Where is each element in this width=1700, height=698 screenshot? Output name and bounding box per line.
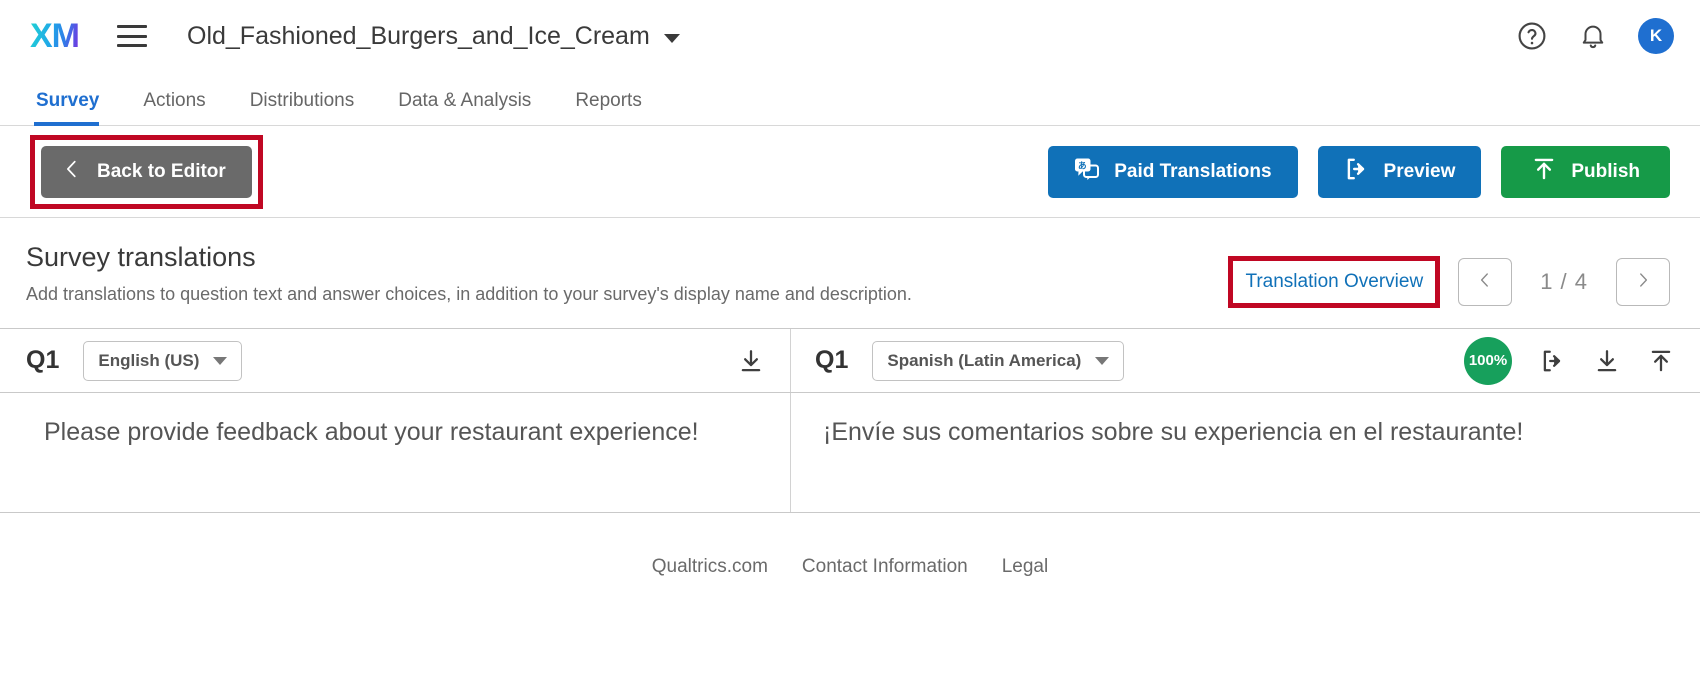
footer-link-contact-information[interactable]: Contact Information	[802, 556, 968, 578]
chevron-left-icon	[61, 156, 83, 188]
completion-badge: 100%	[1464, 336, 1512, 385]
action-bar-right: あ Paid Translations Preview Publish	[1048, 145, 1670, 198]
hamburger-menu-icon[interactable]	[117, 25, 147, 47]
tab-data-and-analysis[interactable]: Data & Analysis	[376, 90, 553, 125]
translations-header: Survey translations Add translations to …	[0, 218, 1700, 329]
chevron-down-icon	[1095, 356, 1110, 365]
translations-header-text: Survey translations Add translations to …	[26, 242, 912, 307]
top-bar-actions: K	[1516, 18, 1674, 54]
help-circle-icon[interactable]	[1516, 20, 1548, 52]
tab-survey-label: Survey	[36, 90, 100, 111]
tab-actions-label: Actions	[143, 90, 206, 111]
target-language-label: Spanish (Latin America)	[887, 350, 1082, 370]
source-language-label: English (US)	[98, 350, 200, 370]
publish-button[interactable]: Publish	[1501, 145, 1670, 198]
source-language-select[interactable]: English (US)	[83, 340, 243, 381]
avatar[interactable]: K	[1638, 18, 1674, 54]
target-column-tools: 100%	[1464, 336, 1674, 385]
export-icon[interactable]	[1540, 348, 1566, 374]
footer-link-qualtrics[interactable]: Qualtrics.com	[652, 556, 768, 578]
chevron-down-icon	[663, 33, 680, 43]
upload-icon[interactable]	[1648, 348, 1674, 374]
tab-distributions[interactable]: Distributions	[228, 90, 377, 125]
page-title: Survey translations	[26, 242, 256, 272]
tab-actions[interactable]: Actions	[121, 90, 227, 125]
translate-bubble-icon: あ	[1074, 157, 1100, 187]
survey-name-label: Old_Fashioned_Burgers_and_Ice_Cream	[187, 21, 650, 50]
annotation-box-back-to-editor: Back to Editor	[30, 134, 263, 209]
translations-header-controls: Translation Overview 1 / 4	[1228, 242, 1670, 308]
download-icon[interactable]	[1594, 348, 1620, 374]
target-question-text[interactable]: ¡Envíe sus comentarios sobre su experien…	[790, 393, 1700, 512]
target-column-header: Q1 Spanish (Latin America) 100%	[790, 329, 1700, 392]
translation-overview-link[interactable]: Translation Overview	[1239, 267, 1429, 297]
chevron-down-icon	[213, 356, 228, 365]
translation-row-header: Q1 English (US) Q1 Spanish (Latin Americ…	[0, 329, 1700, 393]
bell-icon[interactable]	[1578, 21, 1608, 51]
target-language-select[interactable]: Spanish (Latin America)	[872, 340, 1125, 381]
annotation-box-translation-overview: Translation Overview	[1228, 256, 1441, 308]
back-to-editor-button[interactable]: Back to Editor	[41, 145, 252, 198]
source-question-id: Q1	[26, 346, 60, 374]
tab-reports-label: Reports	[575, 90, 642, 111]
next-page-button[interactable]	[1616, 258, 1670, 306]
back-to-editor-label: Back to Editor	[97, 160, 226, 182]
svg-text:あ: あ	[1078, 160, 1087, 171]
tab-distributions-label: Distributions	[249, 90, 355, 111]
preview-button[interactable]: Preview	[1317, 145, 1482, 198]
preview-label: Preview	[1383, 160, 1456, 182]
preview-external-icon	[1344, 156, 1370, 188]
source-question-text: Please provide feedback about your resta…	[44, 418, 699, 446]
previous-page-button[interactable]	[1458, 258, 1513, 306]
chevron-left-icon	[1476, 269, 1494, 296]
download-icon[interactable]	[738, 348, 764, 374]
tab-survey[interactable]: Survey	[34, 90, 121, 126]
publish-upload-icon	[1531, 156, 1557, 188]
page-indicator: 1 / 4	[1540, 269, 1588, 294]
survey-name-dropdown[interactable]: Old_Fashioned_Burgers_and_Ice_Cream	[187, 22, 680, 51]
target-question-id: Q1	[815, 346, 849, 374]
tab-reports[interactable]: Reports	[553, 90, 664, 125]
chevron-right-icon	[1634, 269, 1652, 296]
footer-link-legal[interactable]: Legal	[1002, 556, 1049, 578]
xm-logo[interactable]: XM	[30, 19, 80, 53]
paid-translations-button[interactable]: あ Paid Translations	[1048, 145, 1298, 198]
footer: Qualtrics.com Contact Information Legal	[0, 513, 1700, 578]
main-nav-tabs: Survey Actions Distributions Data & Anal…	[0, 72, 1700, 126]
page-description: Add translations to question text and an…	[26, 284, 912, 304]
translation-row-body: Please provide feedback about your resta…	[0, 393, 1700, 513]
paid-translations-label: Paid Translations	[1114, 160, 1272, 182]
top-bar: XM Old_Fashioned_Burgers_and_Ice_Cream K	[0, 0, 1700, 72]
source-column-tools	[738, 348, 764, 374]
action-bar: Back to Editor あ Paid Translations Previ…	[0, 126, 1700, 218]
source-column-header: Q1 English (US)	[0, 329, 790, 392]
publish-label: Publish	[1571, 160, 1640, 182]
tab-data-and-analysis-label: Data & Analysis	[398, 90, 532, 111]
